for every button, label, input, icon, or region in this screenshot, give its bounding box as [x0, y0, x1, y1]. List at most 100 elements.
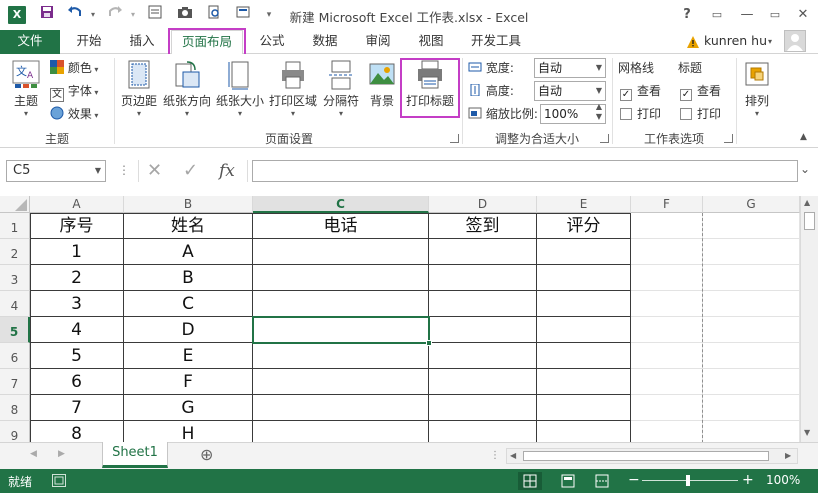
margins-button[interactable]: 页边距 ▾ [118, 58, 160, 122]
zoom-out-button[interactable]: − [628, 472, 640, 488]
cell-f7[interactable] [631, 369, 703, 395]
cell-e7[interactable] [537, 369, 631, 395]
cell-e6[interactable] [537, 343, 631, 369]
size-button[interactable]: 纸张大小 ▾ [214, 58, 266, 122]
tab-data[interactable]: 数据 [300, 30, 350, 54]
background-button[interactable]: 背景 [364, 58, 400, 122]
cell-c4[interactable] [253, 291, 429, 317]
zoom-in-button[interactable]: + [742, 472, 754, 488]
cell-f5[interactable] [631, 317, 703, 343]
cell-f1[interactable] [631, 213, 703, 239]
row-header-3[interactable]: 3 [0, 265, 30, 291]
enter-icon[interactable]: ✓ [183, 161, 198, 181]
cell-a5[interactable]: 4 [30, 317, 124, 343]
arrange-button[interactable]: 排列 ▾ [738, 58, 776, 122]
orientation-button[interactable]: 纸张方向 ▾ [160, 58, 214, 122]
cell-d9[interactable] [429, 421, 537, 442]
vertical-scroll-thumb[interactable] [804, 212, 815, 230]
cell-e2[interactable] [537, 239, 631, 265]
cell-c1[interactable]: 电话 [253, 213, 429, 239]
restore-button[interactable]: ▭ [764, 5, 786, 25]
row-header-1[interactable]: 1 [0, 213, 30, 239]
headings-print-checkbox[interactable]: 打印 [680, 104, 721, 124]
print-area-button[interactable]: 打印区域 ▾ [266, 58, 320, 122]
cell-e4[interactable] [537, 291, 631, 317]
cell-g9[interactable] [703, 421, 800, 442]
cell-g2[interactable] [703, 239, 800, 265]
scroll-left-icon[interactable]: ◀ [510, 451, 516, 460]
cell-g4[interactable] [703, 291, 800, 317]
user-dropdown-icon[interactable]: ▾ [768, 37, 772, 46]
cell-g6[interactable] [703, 343, 800, 369]
ribbon-display-button[interactable]: ▭ [706, 5, 728, 25]
cell-g3[interactable] [703, 265, 800, 291]
cell-d8[interactable] [429, 395, 537, 421]
close-button[interactable]: ✕ [792, 5, 814, 25]
cell-d7[interactable] [429, 369, 537, 395]
formula-input[interactable] [252, 160, 798, 182]
cell-d4[interactable] [429, 291, 537, 317]
width-select[interactable]: 自动 ▼ [534, 58, 606, 78]
column-header-d[interactable]: D [429, 196, 537, 213]
height-select[interactable]: 自动 ▼ [534, 81, 606, 101]
cell-f3[interactable] [631, 265, 703, 291]
cell-f9[interactable] [631, 421, 703, 442]
vertical-scrollbar[interactable]: ▲ ▼ [800, 196, 818, 442]
cell-b6[interactable]: E [124, 343, 253, 369]
next-sheet-icon[interactable]: ▶ [58, 449, 65, 459]
cell-e1[interactable]: 评分 [537, 213, 631, 239]
tab-insert[interactable]: 插入 [117, 30, 167, 54]
tab-formulas[interactable]: 公式 [247, 30, 297, 54]
cell-a4[interactable]: 3 [30, 291, 124, 317]
cell-a7[interactable]: 6 [30, 369, 124, 395]
cell-c6[interactable] [253, 343, 429, 369]
cell-e5[interactable] [537, 317, 631, 343]
horizontal-scrollbar[interactable]: ◀ ▶ [506, 448, 798, 464]
cell-e9[interactable] [537, 421, 631, 442]
tab-file[interactable]: 文件 [0, 30, 60, 54]
tab-developer[interactable]: 开发工具 [463, 30, 529, 54]
cell-b8[interactable]: G [124, 395, 253, 421]
cell-f4[interactable] [631, 291, 703, 317]
tab-split-grip-icon[interactable]: ⋮ [490, 451, 500, 461]
scroll-down-icon[interactable]: ▼ [804, 428, 810, 437]
fill-handle[interactable] [426, 340, 432, 346]
gridlines-view-checkbox[interactable]: ✓ 查看 [620, 81, 661, 101]
cell-d1[interactable]: 签到 [429, 213, 537, 239]
cell-g8[interactable] [703, 395, 800, 421]
cell-d2[interactable] [429, 239, 537, 265]
cell-b5[interactable]: D [124, 317, 253, 343]
worksheet-grid[interactable]: ABCDEFG 123456789 序号 姓名 电话 签到 评分 1 A 2 B 3 C 4 D 5 E 6 F… [0, 196, 800, 442]
cell-c3[interactable] [253, 265, 429, 291]
scroll-right-icon[interactable]: ▶ [785, 451, 791, 460]
row-header-9[interactable]: 9 [0, 421, 30, 442]
column-header-b[interactable]: B [124, 196, 253, 213]
row-header-5[interactable]: 5 [0, 317, 30, 343]
cell-a9[interactable]: 8 [30, 421, 124, 442]
themes-button[interactable]: 文A 主题 ▾ [6, 58, 46, 122]
cell-g5[interactable] [703, 317, 800, 343]
scroll-up-icon[interactable]: ▲ [804, 198, 810, 207]
cell-a6[interactable]: 5 [30, 343, 124, 369]
cell-d3[interactable] [429, 265, 537, 291]
page-setup-launcher-icon[interactable] [450, 134, 459, 143]
column-header-g[interactable]: G [703, 196, 800, 213]
row-header-8[interactable]: 8 [0, 395, 30, 421]
cell-c7[interactable] [253, 369, 429, 395]
cell-c9[interactable] [253, 421, 429, 442]
row-header-2[interactable]: 2 [0, 239, 30, 265]
cell-e3[interactable] [537, 265, 631, 291]
select-all-corner[interactable] [0, 196, 30, 213]
cell-a3[interactable]: 2 [30, 265, 124, 291]
zoom-slider[interactable] [642, 480, 738, 481]
cell-g1[interactable] [703, 213, 800, 239]
cell-c8[interactable] [253, 395, 429, 421]
row-header-7[interactable]: 7 [0, 369, 30, 395]
row-header-6[interactable]: 6 [0, 343, 30, 369]
user-name[interactable]: kunren hu [704, 30, 768, 54]
cell-a8[interactable]: 7 [30, 395, 124, 421]
cell-g7[interactable] [703, 369, 800, 395]
cell-d5[interactable] [429, 317, 537, 343]
headings-view-checkbox[interactable]: ✓ 查看 [680, 81, 721, 101]
sheet-options-launcher-icon[interactable] [724, 134, 733, 143]
